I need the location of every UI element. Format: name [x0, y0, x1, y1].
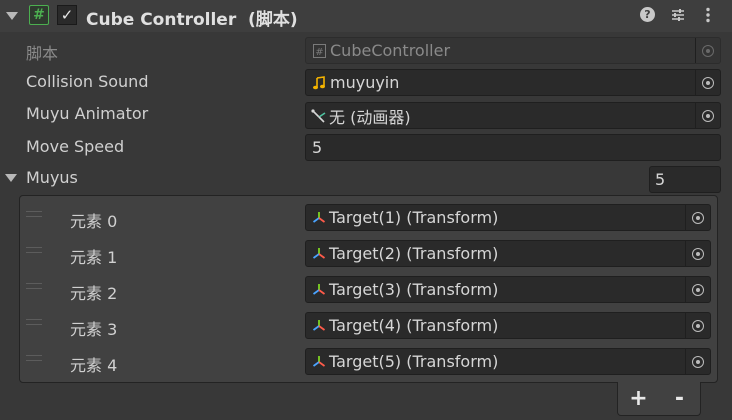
- transform-icon: [311, 246, 327, 262]
- script-icon: #: [311, 43, 327, 59]
- svg-text:#: #: [315, 47, 323, 58]
- script-picker-icon: [695, 38, 720, 63]
- animator-icon: [311, 108, 327, 124]
- transform-icon: [311, 210, 327, 226]
- script-value: CubeController: [330, 41, 451, 60]
- transform-icon: [311, 354, 327, 370]
- script-component-icon: #: [29, 5, 49, 25]
- element-field-2[interactable]: Target(3) (Transform): [305, 276, 711, 303]
- element-label: 元素 2: [70, 284, 118, 303]
- element-field-1[interactable]: Target(2) (Transform): [305, 240, 711, 267]
- help-icon[interactable]: ?: [640, 7, 655, 22]
- element-picker-icon[interactable]: [685, 205, 710, 230]
- collision-sound-field[interactable]: muyuyin: [305, 69, 721, 96]
- drag-handle-icon[interactable]: [26, 319, 42, 325]
- muyu-animator-picker-icon[interactable]: [695, 103, 720, 128]
- muyu-animator-label: Muyu Animator: [26, 104, 149, 123]
- move-speed-label: Move Speed: [26, 137, 125, 156]
- drag-handle-icon[interactable]: [26, 355, 42, 361]
- element-picker-icon[interactable]: [685, 277, 710, 302]
- element-label: 元素 0: [70, 212, 118, 231]
- muyu-animator-field[interactable]: 无 (动画器): [305, 102, 721, 129]
- move-speed-value: 5: [312, 138, 323, 157]
- script-field: # CubeController: [305, 37, 721, 64]
- remove-element-button[interactable]: -: [659, 382, 700, 415]
- muyus-label: Muyus: [26, 168, 78, 187]
- element-field-4[interactable]: Target(5) (Transform): [305, 348, 711, 375]
- collision-sound-label: Collision Sound: [26, 72, 149, 91]
- drag-handle-icon[interactable]: [26, 247, 42, 253]
- element-picker-icon[interactable]: [685, 313, 710, 338]
- element-value: Target(4) (Transform): [329, 316, 499, 335]
- component-foldout-icon[interactable]: [6, 12, 18, 20]
- add-element-button[interactable]: +: [618, 382, 659, 415]
- element-value: Target(1) (Transform): [329, 208, 499, 227]
- element-picker-icon[interactable]: [685, 349, 710, 374]
- muyus-foldout-icon[interactable]: [5, 174, 17, 182]
- component-title: Cube Controller (脚本): [86, 10, 298, 30]
- element-value: Target(2) (Transform): [329, 244, 499, 263]
- script-label: 脚本: [26, 44, 59, 63]
- more-icon[interactable]: [699, 6, 717, 24]
- collision-sound-picker-icon[interactable]: [695, 70, 720, 95]
- element-label: 元素 4: [70, 356, 118, 375]
- audio-clip-icon: [311, 75, 327, 91]
- transform-icon: [311, 282, 327, 298]
- list-footer: + -: [617, 382, 701, 416]
- muyus-size-value: 5: [655, 170, 666, 189]
- element-label: 元素 1: [70, 248, 118, 267]
- drag-handle-icon[interactable]: [26, 283, 42, 289]
- transform-icon: [311, 318, 327, 334]
- element-label: 元素 3: [70, 320, 118, 339]
- presets-icon[interactable]: [669, 6, 687, 24]
- move-speed-input[interactable]: 5: [305, 134, 721, 161]
- muyu-animator-value: 无 (动画器): [329, 107, 411, 127]
- element-field-0[interactable]: Target(1) (Transform): [305, 204, 711, 231]
- drag-handle-icon[interactable]: [26, 211, 42, 217]
- component-enabled-checkbox[interactable]: ✓: [57, 5, 77, 25]
- muyus-size-input[interactable]: 5: [649, 166, 721, 193]
- collision-sound-value: muyuyin: [330, 73, 400, 92]
- element-value: Target(3) (Transform): [329, 280, 499, 299]
- element-value: Target(5) (Transform): [329, 352, 499, 371]
- element-picker-icon[interactable]: [685, 241, 710, 266]
- element-field-3[interactable]: Target(4) (Transform): [305, 312, 711, 339]
